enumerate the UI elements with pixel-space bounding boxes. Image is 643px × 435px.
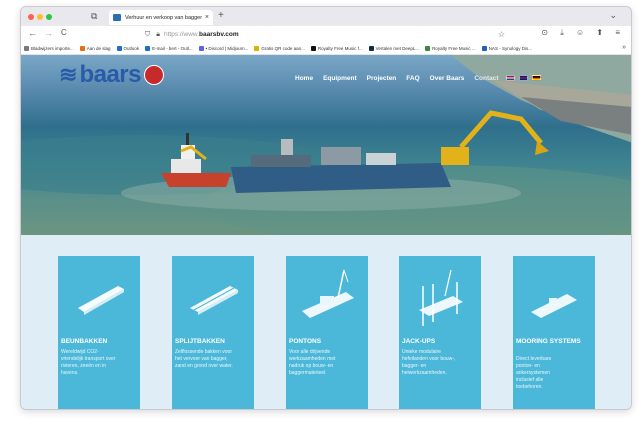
minimize-window-button[interactable] [37,14,43,20]
bookmark-label: Outlook [123,46,140,51]
bookmark-item[interactable]: Vertalen met DeepL... [368,46,420,51]
bookmark-item[interactable]: Bladwijzers importe... [24,46,74,51]
nav-item-faq[interactable]: FAQ [406,75,419,82]
bookmark-label: E-mail - bert - Outl... [152,46,193,51]
bookmark-item[interactable]: Royalty Free Music f... [310,46,363,51]
product-description: Unieke modulaire hefeilanden voor bouw-,… [402,349,456,376]
bookmark-icon [145,46,151,51]
bookmark-label: Royalty Free Music f... [317,46,363,51]
tab-strip: ⧉ Verhuur en verkoop van bagger × + ⌄ [21,7,631,26]
main-navigation: Home Equipment Projecten FAQ Over Baars … [295,75,509,82]
bookmark-label: Bladwijzers importe... [31,46,74,51]
nav-item-equipment[interactable]: Equipment [323,75,357,82]
bookmark-icon [310,46,316,51]
hero-image: ≋ baars Home Equipment Projecten FAQ Ove… [21,55,631,235]
bookmark-icon [481,46,487,51]
product-title: BEUNBAKKEN [61,338,108,345]
toolbar-icons[interactable]: ⊙ ⤓ ☺ ⬆ ≡ [541,28,625,38]
site-favicon-icon [113,14,121,21]
barge-icon [78,286,124,315]
bookmark-star-icon[interactable]: ☆ [498,30,505,39]
bookmark-icon [198,46,204,51]
product-title: PONTONS [289,338,322,345]
bookmark-item[interactable]: • Discord | Midjourn... [198,46,249,51]
bookmark-item[interactable]: E-mail - bert - Outl... [145,46,193,51]
bookmark-item[interactable]: Aan de slag [79,46,111,51]
bookmark-item[interactable]: NAS - Synology Dis... [481,46,532,51]
language-selector [506,75,545,81]
navigation-toolbar: ← → C ⛉ 🔒︎ https://www. baarsbv.com ☆ ⊙ … [21,26,631,43]
bookmark-label: Gratis QR code aan... [261,46,305,51]
back-button[interactable]: ← [28,28,37,38]
bookmark-label: • Discord | Midjourn... [205,46,249,51]
close-window-button[interactable] [28,14,34,20]
new-tab-button[interactable]: + [218,10,224,21]
lock-icon[interactable]: 🔒︎ [156,31,160,39]
bookmark-icon [24,46,29,51]
nav-item-contact[interactable]: Contact [474,75,498,82]
product-title: MOORING SYSTEMS [516,338,581,345]
bookmarks-bar: Bladwijzers importe... Aan de slag Outlo… [21,43,631,55]
jack-up-icon [419,269,463,326]
nav-item-projecten[interactable]: Projecten [367,75,397,82]
bookmark-item[interactable]: Gratis QR code aan... [254,46,305,51]
flag-en-icon[interactable] [519,75,528,81]
product-description: Wereldwijd CO2-vriendelijk transport ove… [61,349,116,376]
bookmark-icon [425,46,431,51]
product-title: SPLIJTBAKKEN [175,338,225,345]
bookmark-label: Royalty Free Music ... [432,46,476,51]
url-prefix: https://www. [163,31,200,38]
bookmark-label: Vertalen met DeepL... [375,46,420,51]
product-description: Voor alle drijvende werkzaamheden met na… [289,349,336,376]
forward-button[interactable]: → [44,28,53,38]
logo-wordmark: baars [79,61,141,88]
browser-window: ⧉ Verhuur en verkoop van bagger × + ⌄ ← … [20,6,632,410]
product-card-mooring-systems[interactable]: MOORING SYSTEMS Direct leverbare ponton-… [513,256,595,409]
nav-item-home[interactable]: Home [295,75,313,82]
web-page: ≋ baars Home Equipment Projecten FAQ Ove… [21,55,631,409]
screen: ⧉ Verhuur en verkoop van bagger × + ⌄ ← … [0,0,643,435]
product-card-splijtbakken[interactable]: SPLIJTBAKKEN Zelflossende bakken voor he… [172,256,254,409]
site-logo[interactable]: ≋ baars [59,61,164,89]
flag-nl-icon[interactable] [506,75,515,81]
bookmarks-overflow-icon[interactable]: » [622,44,626,51]
tab-title: Verhuur en verkoop van bagger [125,14,203,21]
product-title: JACK-UPS [402,338,436,345]
tab-list-chevron-icon[interactable]: ⌄ [609,10,617,21]
url-domain: baarsbv.com [199,31,239,38]
bookmark-icon [254,46,260,51]
product-description: Zelflossende bakken voor het vervoer van… [175,349,233,369]
bookmark-icon [368,46,374,51]
split-barge-icon [190,286,238,315]
product-description: Direct leverbare ponton- en ankersysteme… [516,356,552,390]
product-card-jack-ups[interactable]: JACK-UPS Unieke modulaire hefeilanden vo… [399,256,481,409]
reload-button[interactable]: C [61,28,67,37]
product-card-pontons[interactable]: PONTONS Voor alle drijvende werkzaamhede… [286,256,368,409]
tab-overview-icon[interactable]: ⧉ [91,11,97,22]
nav-item-over-baars[interactable]: Over Baars [430,75,465,82]
bookmark-label: Aan de slag [86,46,111,51]
logo-mark-icon: ≋ [59,62,78,87]
flag-de-icon[interactable] [532,75,541,81]
logo-badge-icon [143,65,164,85]
bookmark-label: NAS - Synology Dis... [488,46,532,51]
product-card-beunbakken[interactable]: BEUNBAKKEN Wereldwijd CO2-vriendelijk tr… [58,256,140,409]
mooring-system-icon [531,294,577,318]
active-tab[interactable]: Verhuur en verkoop van bagger × [109,10,213,25]
shield-icon[interactable]: ⛉ [145,31,150,39]
zoom-window-button[interactable] [46,14,52,20]
products-section: BEUNBAKKEN Wereldwijd CO2-vriendelijk tr… [21,235,631,409]
pontoon-crane-icon [302,269,354,318]
bookmark-item[interactable]: Outlook [116,46,140,51]
bookmark-icon [116,46,122,51]
address-bar[interactable]: ⛉ 🔒︎ https://www. baarsbv.com ☆ [145,29,505,40]
bookmark-item[interactable]: Royalty Free Music ... [425,46,476,51]
tab-close-icon[interactable]: × [205,14,209,21]
bookmark-icon [79,46,85,51]
